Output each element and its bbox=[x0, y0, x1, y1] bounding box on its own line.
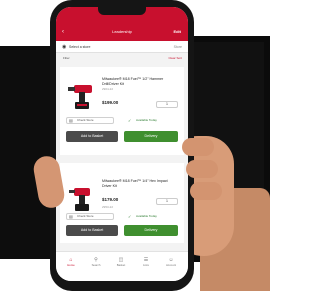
check-store-option[interactable]: ▤ Check Store bbox=[66, 117, 114, 124]
product-name[interactable]: Milwaukee® M18 Fuel™ 1/4" Hex Impact Dri… bbox=[102, 179, 178, 188]
tab-lists[interactable]: ☰ Lists bbox=[135, 257, 157, 267]
product-name[interactable]: Milwaukee® M18 Fuel™ 1/2" Hammer Drill/D… bbox=[102, 77, 178, 86]
check-store-label: Check Store bbox=[77, 214, 94, 218]
filter-button[interactable]: Filter bbox=[63, 56, 70, 61]
tab-lists-label: Lists bbox=[143, 263, 149, 267]
page-title: Leadership bbox=[112, 29, 132, 34]
phone-screen: ‹ Leadership Edit ◉ Select a store Store… bbox=[56, 7, 188, 281]
check-icon: ✓ bbox=[128, 214, 132, 219]
location-pin-icon: ◉ bbox=[62, 44, 67, 50]
truck-icon: ▤ bbox=[69, 118, 73, 123]
tab-basket[interactable]: ◫ Basket bbox=[110, 257, 132, 267]
add-to-basket-button[interactable]: Add to Basket bbox=[66, 131, 118, 142]
bottom-tab-bar: ⌂ Home ⚲ Search ◫ Basket ☰ Lists ☺ Accou… bbox=[56, 251, 188, 281]
hand-finger bbox=[190, 182, 222, 200]
availability-status: ✓ Available Today bbox=[126, 117, 178, 124]
add-to-basket-button[interactable]: Add to Basket bbox=[66, 225, 118, 236]
phone: ‹ Leadership Edit ◉ Select a store Store… bbox=[50, 0, 194, 291]
tab-account-label: Account bbox=[165, 263, 177, 267]
product-price: $199.00 bbox=[102, 100, 119, 105]
fulfillment-options: ▤ Check Store ✓ Available Today bbox=[66, 213, 178, 220]
tab-account[interactable]: ☺ Account bbox=[160, 257, 182, 267]
filter-row: Filter Clear Sort bbox=[56, 54, 188, 64]
edit-button[interactable]: Edit bbox=[173, 29, 181, 35]
tab-basket-label: Basket bbox=[116, 263, 126, 267]
tab-home-label: Home bbox=[67, 263, 75, 267]
clear-sort-links[interactable]: Clear Sort bbox=[168, 56, 182, 61]
check-store-label: Check Store bbox=[77, 118, 94, 122]
availability-status: ✓ Available Today bbox=[126, 213, 178, 220]
quantity-stepper[interactable]: 1 bbox=[156, 101, 178, 108]
product-price: $179.00 bbox=[102, 197, 119, 202]
store-selector-label: Select a store bbox=[69, 45, 91, 49]
product-sku: 2953-22 bbox=[102, 205, 114, 209]
product-card: Milwaukee® M18 Fuel™ 1/4" Hex Impact Dri… bbox=[60, 163, 184, 243]
tab-search-label: Search bbox=[91, 263, 101, 267]
hand-finger bbox=[182, 138, 214, 156]
hammer-drill-image bbox=[68, 85, 92, 109]
product-sku: 2904-22 bbox=[102, 87, 114, 91]
availability-label: Available Today bbox=[136, 118, 157, 122]
tab-search[interactable]: ⚲ Search bbox=[85, 257, 107, 267]
store-selector[interactable]: ◉ Select a store Store bbox=[56, 41, 188, 53]
hand-finger bbox=[186, 160, 218, 178]
tab-home[interactable]: ⌂ Home bbox=[60, 257, 82, 267]
check-store-option[interactable]: ▤ Check Store bbox=[66, 213, 114, 220]
truck-icon: ▤ bbox=[69, 214, 73, 219]
delivery-button[interactable]: Delivery bbox=[124, 225, 178, 236]
availability-label: Available Today bbox=[136, 214, 157, 218]
quantity-stepper[interactable]: 1 bbox=[156, 198, 178, 205]
check-icon: ✓ bbox=[128, 118, 132, 123]
phone-notch bbox=[98, 7, 146, 15]
product-card: Milwaukee® M18 Fuel™ 1/2" Hammer Drill/D… bbox=[60, 67, 184, 155]
impact-driver-image bbox=[69, 188, 90, 211]
store-selector-value: Store bbox=[173, 45, 182, 49]
delivery-button[interactable]: Delivery bbox=[124, 131, 178, 142]
fulfillment-options: ▤ Check Store ✓ Available Today bbox=[66, 117, 178, 124]
